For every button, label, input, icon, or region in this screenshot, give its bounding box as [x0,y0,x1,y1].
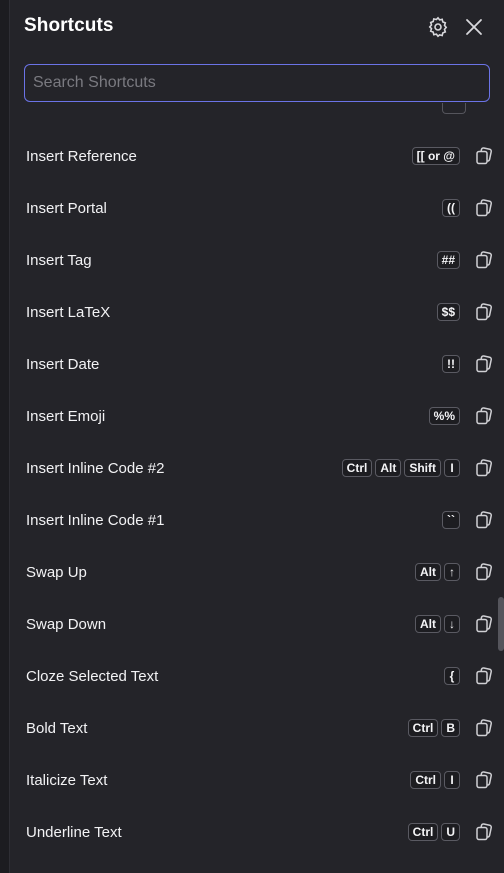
key-badge: %% [428,407,460,425]
copy-icon[interactable] [474,250,494,270]
shortcut-label: Underline Text [26,824,122,841]
key-badge: [[ or @ [411,147,460,165]
shortcut-row: Swap Down Alt ↓ [10,599,504,651]
key-badge: $$ [436,303,460,321]
copy-icon[interactable] [474,354,494,374]
key-badge: I [444,771,460,789]
key-combo: [[ or @ [411,147,460,165]
shortcut-row: Insert LaTeX $$ [10,287,504,339]
shortcut-row: Insert Reference [[ or @ [10,131,504,183]
shortcut-row: Italicize Text Ctrl I [10,755,504,807]
key-badge: ↓ [444,615,460,633]
copy-icon[interactable] [474,406,494,426]
shortcut-row: Cloze Selected Text { [10,651,504,703]
key-badge: Alt [375,459,402,477]
key-badge: Alt [415,563,441,581]
shortcut-label: Insert LaTeX [26,304,111,321]
key-combo: (( [442,199,460,217]
key-badge: B [441,719,460,737]
shortcut-label: Italicize Text [26,772,108,789]
key-combo: `` [442,511,460,529]
close-icon[interactable] [462,15,486,39]
key-badge: { [444,667,460,685]
shortcut-row: Insert Tag ## [10,235,504,287]
shortcut-row: Swap Up Alt ↑ [10,547,504,599]
key-combo: Ctrl B [407,719,460,737]
key-combo: Alt ↓ [415,615,460,633]
shortcut-label: Cloze Selected Text [26,668,159,685]
key-combo: Ctrl Alt Shift I [341,459,460,477]
copy-icon[interactable] [474,666,494,686]
copy-icon[interactable] [474,562,494,582]
copy-icon[interactable] [474,458,494,478]
shortcut-label: Swap Up [26,564,87,581]
copy-icon[interactable] [474,198,494,218]
shortcut-label: Swap Down [26,616,107,633]
shortcut-row: Insert Emoji %% [10,391,504,443]
key-combo: Ctrl U [407,823,460,841]
shortcut-label: Insert Emoji [26,408,106,425]
key-badge: I [444,459,460,477]
shortcut-label: Insert Portal [26,200,107,217]
key-badge: !! [442,355,460,373]
shortcut-label: Insert Inline Code #1 [26,512,165,529]
copy-icon[interactable] [474,146,494,166]
copy-icon[interactable] [474,510,494,530]
key-badge: Alt [415,615,441,633]
key-badge: U [441,823,460,841]
key-combo: Alt ↑ [415,563,460,581]
copy-icon[interactable] [474,822,494,842]
key-badge: Ctrl [407,823,439,841]
shortcut-row: Insert Inline Code #2 Ctrl Alt Shift I [10,443,504,495]
shortcut-label: Insert Tag [26,252,92,269]
key-badge: (( [442,199,460,217]
shortcut-row: Insert Portal (( [10,183,504,235]
left-pane-edge [0,0,10,873]
shortcut-label: Insert Reference [26,148,137,165]
shortcuts-panel: Shortcuts Insert Reference [[ or @ Inser… [10,0,504,873]
key-badge: `` [442,511,460,529]
key-badge: ↑ [444,563,460,581]
copy-icon[interactable] [474,770,494,790]
key-badge: Ctrl [407,719,439,737]
panel-title: Shortcuts [24,15,114,36]
key-combo: !! [442,355,460,373]
panel-header: Shortcuts [24,14,490,42]
shortcut-row: Insert Inline Code #1 `` [10,495,504,547]
key-badge: Shift [404,459,441,477]
shortcut-row: Bold Text Ctrl B [10,703,504,755]
key-combo: $$ [436,303,460,321]
copy-icon[interactable] [474,302,494,322]
shortcut-label: Bold Text [26,720,88,737]
shortcut-label: Insert Inline Code #2 [26,460,165,477]
shortcut-label: Insert Date [26,356,100,373]
key-badge: Ctrl [410,771,441,789]
gear-icon[interactable] [426,15,450,39]
key-combo: ## [436,251,460,269]
copy-icon[interactable] [474,718,494,738]
copy-icon[interactable] [474,614,494,634]
key-badge: ## [436,251,460,269]
key-combo: Ctrl I [410,771,460,789]
shortcut-row: Insert Date !! [10,339,504,391]
key-combo: %% [428,407,460,425]
search-input[interactable] [24,64,490,102]
shortcut-row: Underline Text Ctrl U [10,807,504,859]
key-badge: Ctrl [341,459,373,477]
scrollbar-thumb[interactable] [498,597,504,651]
key-combo: { [444,667,460,685]
partial-key-badge [442,103,466,114]
